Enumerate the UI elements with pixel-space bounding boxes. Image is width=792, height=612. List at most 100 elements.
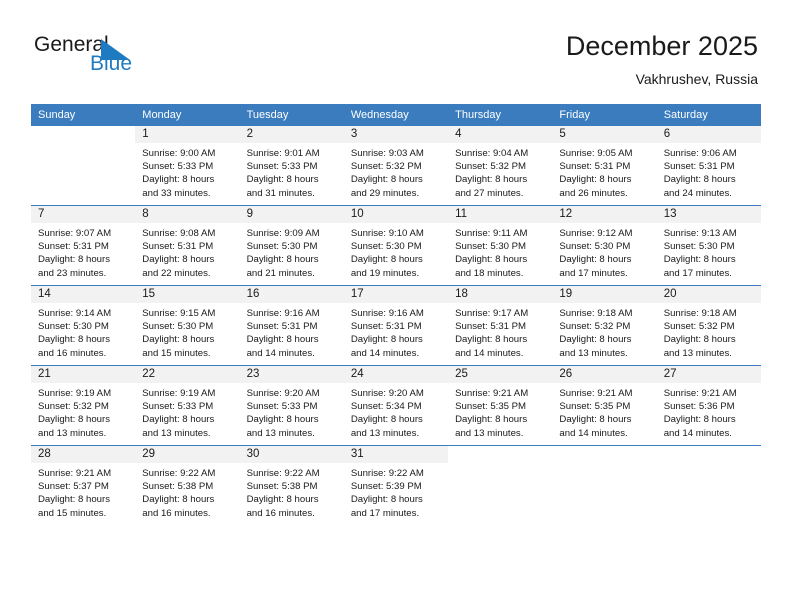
daylight-text-line1: Daylight: 8 hours (455, 414, 528, 426)
calendar-day-cell[interactable]: 21 Sunrise: 9:19 AM Sunset: 5:32 PM Dayligh… (31, 365, 136, 446)
daylight-text-line2: and 13 minutes. (38, 427, 107, 439)
day-details: Sunrise: 9:11 AM Sunset: 5:30 PM Daylight:… (448, 223, 552, 280)
calendar-day-cell[interactable]: 20 Sunrise: 9:18 AM Sunset: 5:32 PM Dayligh… (656, 285, 761, 366)
day-details: Sunrise: 9:22 AM Sunset: 5:38 PM Daylight:… (240, 463, 344, 520)
day-details: Sunrise: 9:22 AM Sunset: 5:38 PM Daylight:… (135, 463, 239, 520)
calendar-day-cell[interactable]: 12 Sunrise: 9:12 AM Sunset: 5:30 PM Dayligh… (552, 205, 657, 286)
calendar-day-cell[interactable]: 22 Sunrise: 9:19 AM Sunset: 5:33 PM Dayligh… (135, 365, 240, 446)
daylight-text-line2: and 31 minutes. (246, 187, 315, 199)
day-number: 27 (656, 366, 761, 383)
calendar-day-cell[interactable]: 23 Sunrise: 9:20 AM Sunset: 5:33 PM Dayligh… (239, 365, 344, 446)
calendar-day-cell[interactable]: 2 Sunrise: 9:01 AM Sunset: 5:33 PM Daylight… (239, 126, 344, 206)
calendar-day-cell[interactable]: 27 Sunrise: 9:21 AM Sunset: 5:36 PM Dayligh… (656, 365, 761, 446)
calendar-day-cell[interactable]: 19 Sunrise: 9:18 AM Sunset: 5:32 PM Dayligh… (552, 285, 657, 366)
sunset-text: Sunset: 5:31 PM (38, 241, 109, 253)
calendar-day-cell[interactable]: 14 Sunrise: 9:14 AM Sunset: 5:30 PM Dayligh… (31, 285, 136, 366)
calendar-day-cell[interactable]: 11 Sunrise: 9:11 AM Sunset: 5:30 PM Dayligh… (448, 205, 553, 286)
sunrise-text: Sunrise: 9:21 AM (559, 388, 633, 399)
calendar-day-cell[interactable]: 28 Sunrise: 9:21 AM Sunset: 5:37 PM Dayligh… (31, 445, 136, 525)
day-number: 5 (552, 126, 657, 143)
day-number: 12 (552, 206, 657, 223)
sunset-text: Sunset: 5:34 PM (350, 401, 422, 413)
daylight-text-line2: and 13 minutes. (663, 347, 732, 359)
daylight-text-line1: Daylight: 8 hours (246, 334, 319, 346)
day-details: Sunrise: 9:03 AM Sunset: 5:32 PM Daylight:… (344, 143, 448, 200)
day-details: Sunrise: 9:00 AM Sunset: 5:33 PM Daylight:… (135, 143, 239, 200)
calendar-day-cell[interactable]: 9 Sunrise: 9:09 AM Sunset: 5:30 PM Daylight… (239, 205, 344, 286)
daylight-text-line2: and 26 minutes. (559, 187, 628, 199)
sunrise-text: Sunrise: 9:21 AM (38, 468, 112, 479)
day-number: 20 (656, 286, 761, 303)
title-block: December 2025 Vakhrushev, Russia (566, 30, 758, 88)
calendar-page: General Blue December 2025 Vakhrushev, R… (0, 0, 792, 612)
daylight-text-line1: Daylight: 8 hours (559, 414, 632, 426)
daylight-text-line1: Daylight: 8 hours (559, 254, 632, 266)
daylight-text-line2: and 15 minutes. (38, 507, 107, 519)
daylight-text-line2: and 14 minutes. (663, 427, 732, 439)
calendar-day-cell[interactable]: 26 Sunrise: 9:21 AM Sunset: 5:35 PM Dayligh… (552, 365, 657, 446)
calendar-week-row: 21 Sunrise: 9:19 AM Sunset: 5:32 PM Dayligh… (31, 365, 761, 446)
day-details: Sunrise: 9:20 AM Sunset: 5:34 PM Daylight:… (344, 383, 448, 440)
calendar-day-cell[interactable]: 24 Sunrise: 9:20 AM Sunset: 5:34 PM Dayligh… (343, 365, 449, 446)
daylight-text-line1: Daylight: 8 hours (142, 414, 215, 426)
calendar-day-cell[interactable]: 13 Sunrise: 9:13 AM Sunset: 5:30 PM Dayligh… (656, 205, 761, 286)
calendar-body: 1 Sunrise: 9:00 AM Sunset: 5:33 PM Daylight… (31, 126, 761, 525)
sunset-text: Sunset: 5:31 PM (559, 161, 631, 173)
sunset-text: Sunset: 5:32 PM (663, 321, 735, 333)
sunrise-text: Sunrise: 9:05 AM (559, 148, 633, 159)
calendar-table: Sunday Monday Tuesday Wednesday Thursday… (31, 104, 761, 525)
calendar-day-cell[interactable]: 1 Sunrise: 9:00 AM Sunset: 5:33 PM Daylight… (135, 126, 240, 206)
calendar-day-cell[interactable]: 30 Sunrise: 9:22 AM Sunset: 5:38 PM Dayligh… (239, 445, 344, 525)
logo-text-blue: Blue (90, 52, 133, 75)
weekday-header-friday: Friday (552, 104, 657, 126)
calendar-day-cell[interactable]: 4 Sunrise: 9:04 AM Sunset: 5:32 PM Daylight… (448, 126, 553, 206)
daylight-text-line2: and 17 minutes. (559, 267, 628, 279)
sunrise-text: Sunrise: 9:06 AM (663, 148, 737, 159)
calendar-day-cell[interactable]: 7 Sunrise: 9:07 AM Sunset: 5:31 PM Daylight… (31, 205, 136, 286)
calendar-day-cell[interactable]: 6 Sunrise: 9:06 AM Sunset: 5:31 PM Daylight… (656, 126, 761, 206)
day-number (31, 126, 136, 143)
day-number: 4 (448, 126, 553, 143)
daylight-text-line2: and 15 minutes. (142, 347, 211, 359)
calendar-day-cell[interactable]: 10 Sunrise: 9:10 AM Sunset: 5:30 PM Dayligh… (343, 205, 449, 286)
daylight-text-line2: and 24 minutes. (663, 187, 732, 199)
calendar-day-cell[interactable]: 16 Sunrise: 9:16 AM Sunset: 5:31 PM Dayligh… (239, 285, 344, 366)
calendar-day-cell[interactable]: 17 Sunrise: 9:16 AM Sunset: 5:31 PM Dayligh… (343, 285, 449, 366)
calendar-day-cell[interactable]: 25 Sunrise: 9:21 AM Sunset: 5:35 PM Dayligh… (448, 365, 553, 446)
daylight-text-line2: and 14 minutes. (455, 347, 524, 359)
calendar-day-cell[interactable]: 18 Sunrise: 9:17 AM Sunset: 5:31 PM Dayligh… (448, 285, 553, 366)
sunset-text: Sunset: 5:33 PM (246, 161, 318, 173)
day-number: 16 (239, 286, 344, 303)
daylight-text-line1: Daylight: 8 hours (246, 494, 319, 506)
daylight-text-line1: Daylight: 8 hours (38, 254, 110, 266)
weekday-header-monday: Monday (135, 104, 240, 126)
sunrise-text: Sunrise: 9:21 AM (455, 388, 529, 399)
day-number: 29 (135, 446, 240, 463)
sunset-text: Sunset: 5:36 PM (663, 401, 735, 413)
calendar-day-cell[interactable]: 5 Sunrise: 9:05 AM Sunset: 5:31 PM Daylight… (552, 126, 657, 206)
daylight-text-line1: Daylight: 8 hours (663, 174, 736, 186)
calendar-week-row: 14 Sunrise: 9:14 AM Sunset: 5:30 PM Dayligh… (31, 285, 761, 366)
day-number: 24 (343, 366, 449, 383)
sunset-text: Sunset: 5:31 PM (246, 321, 318, 333)
calendar-header-row: Sunday Monday Tuesday Wednesday Thursday… (31, 104, 761, 126)
daylight-text-line1: Daylight: 8 hours (142, 334, 215, 346)
sunset-text: Sunset: 5:30 PM (246, 241, 318, 253)
calendar-day-cell[interactable]: 3 Sunrise: 9:03 AM Sunset: 5:32 PM Daylight… (343, 126, 449, 206)
calendar-day-cell[interactable]: 8 Sunrise: 9:08 AM Sunset: 5:31 PM Daylight… (135, 205, 240, 286)
daylight-text-line2: and 17 minutes. (663, 267, 732, 279)
calendar-day-cell[interactable]: 15 Sunrise: 9:15 AM Sunset: 5:30 PM Dayligh… (135, 285, 240, 366)
sunrise-text: Sunrise: 9:14 AM (38, 308, 112, 319)
calendar-cell-empty (448, 445, 553, 525)
day-number: 9 (239, 206, 344, 223)
calendar-day-cell[interactable]: 31 Sunrise: 9:22 AM Sunset: 5:39 PM Dayligh… (343, 445, 449, 525)
sunset-text: Sunset: 5:30 PM (350, 241, 422, 253)
day-number: 13 (656, 206, 761, 223)
day-details: Sunrise: 9:19 AM Sunset: 5:32 PM Daylight:… (31, 383, 135, 440)
sunrise-text: Sunrise: 9:15 AM (142, 308, 216, 319)
calendar-day-cell[interactable]: 29 Sunrise: 9:22 AM Sunset: 5:38 PM Dayligh… (135, 445, 240, 525)
sunrise-text: Sunrise: 9:22 AM (350, 468, 424, 479)
general-blue-logo[interactable]: General Blue (34, 34, 154, 80)
daylight-text-line2: and 29 minutes. (350, 187, 420, 199)
sunset-text: Sunset: 5:38 PM (142, 481, 214, 493)
